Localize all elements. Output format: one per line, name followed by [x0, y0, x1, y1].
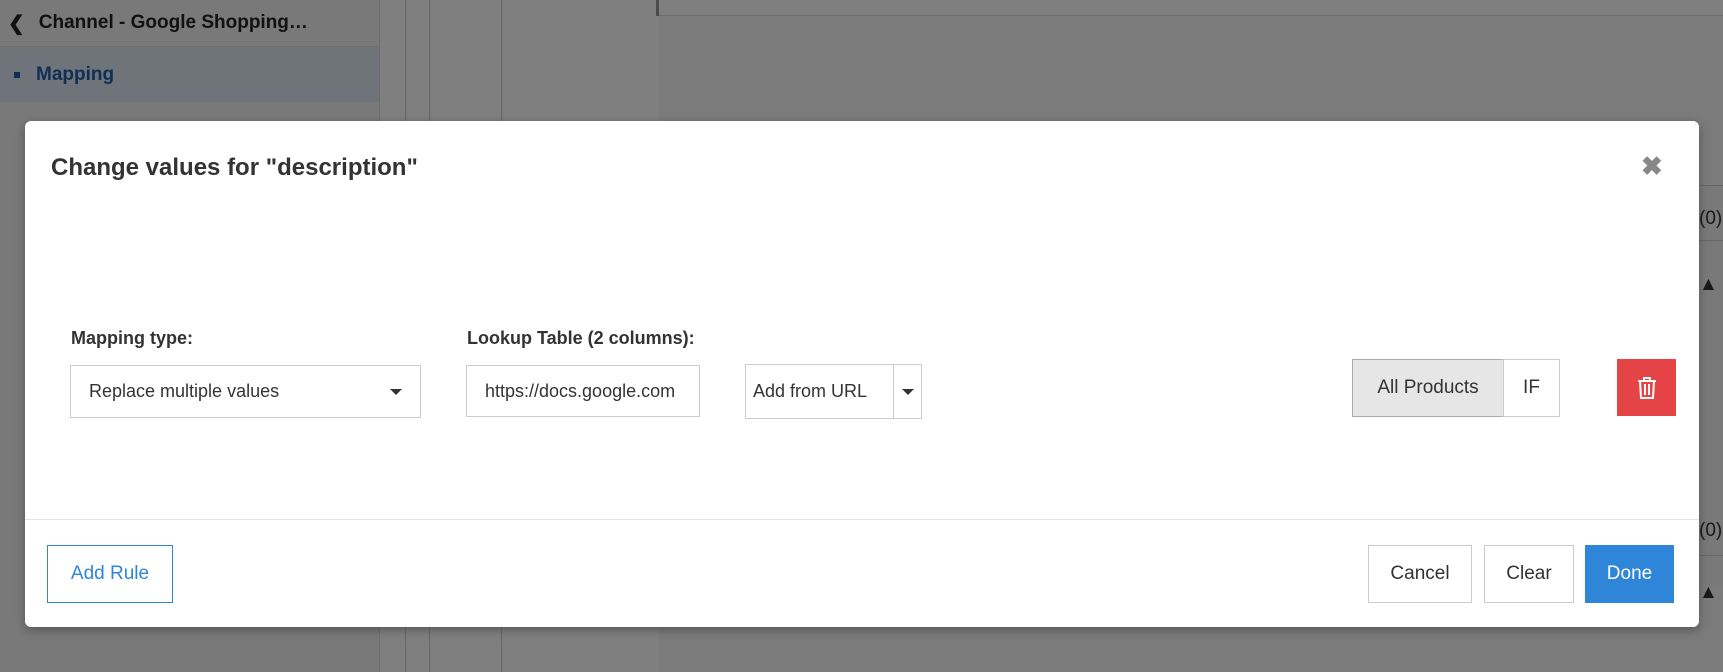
dialog-title: Change values for "description"	[51, 154, 418, 181]
caret-down-icon	[390, 388, 402, 395]
mapping-type-label: Mapping type:	[71, 328, 193, 348]
lookup-url-value: https://docs.google.com	[485, 380, 676, 401]
change-values-dialog: Change values for "description" ✖ Mappin…	[25, 121, 1699, 627]
lookup-url-input[interactable]: https://docs.google.com	[466, 365, 700, 417]
caret-down-icon	[901, 388, 914, 395]
trash-icon	[1637, 376, 1656, 399]
close-icon[interactable]: ✖	[1641, 151, 1663, 182]
delete-rule-button[interactable]	[1617, 359, 1676, 416]
mapping-type-select[interactable]: Replace multiple values	[70, 365, 421, 418]
mapping-type-value: Replace multiple values	[89, 381, 280, 401]
all-products-toggle[interactable]: All Products	[1352, 359, 1504, 417]
add-from-url-split-button: Add from URL	[745, 364, 922, 419]
clear-button[interactable]: Clear	[1484, 545, 1574, 603]
done-button[interactable]: Done	[1585, 545, 1674, 603]
add-from-url-dropdown[interactable]	[894, 365, 921, 418]
lookup-table-label: Lookup Table (2 columns):	[467, 328, 695, 348]
add-rule-button[interactable]: Add Rule	[47, 545, 173, 603]
add-from-url-button[interactable]: Add from URL	[746, 365, 894, 418]
cancel-button[interactable]: Cancel	[1368, 545, 1472, 603]
if-toggle[interactable]: IF	[1503, 359, 1560, 417]
footer-divider	[25, 519, 1699, 520]
